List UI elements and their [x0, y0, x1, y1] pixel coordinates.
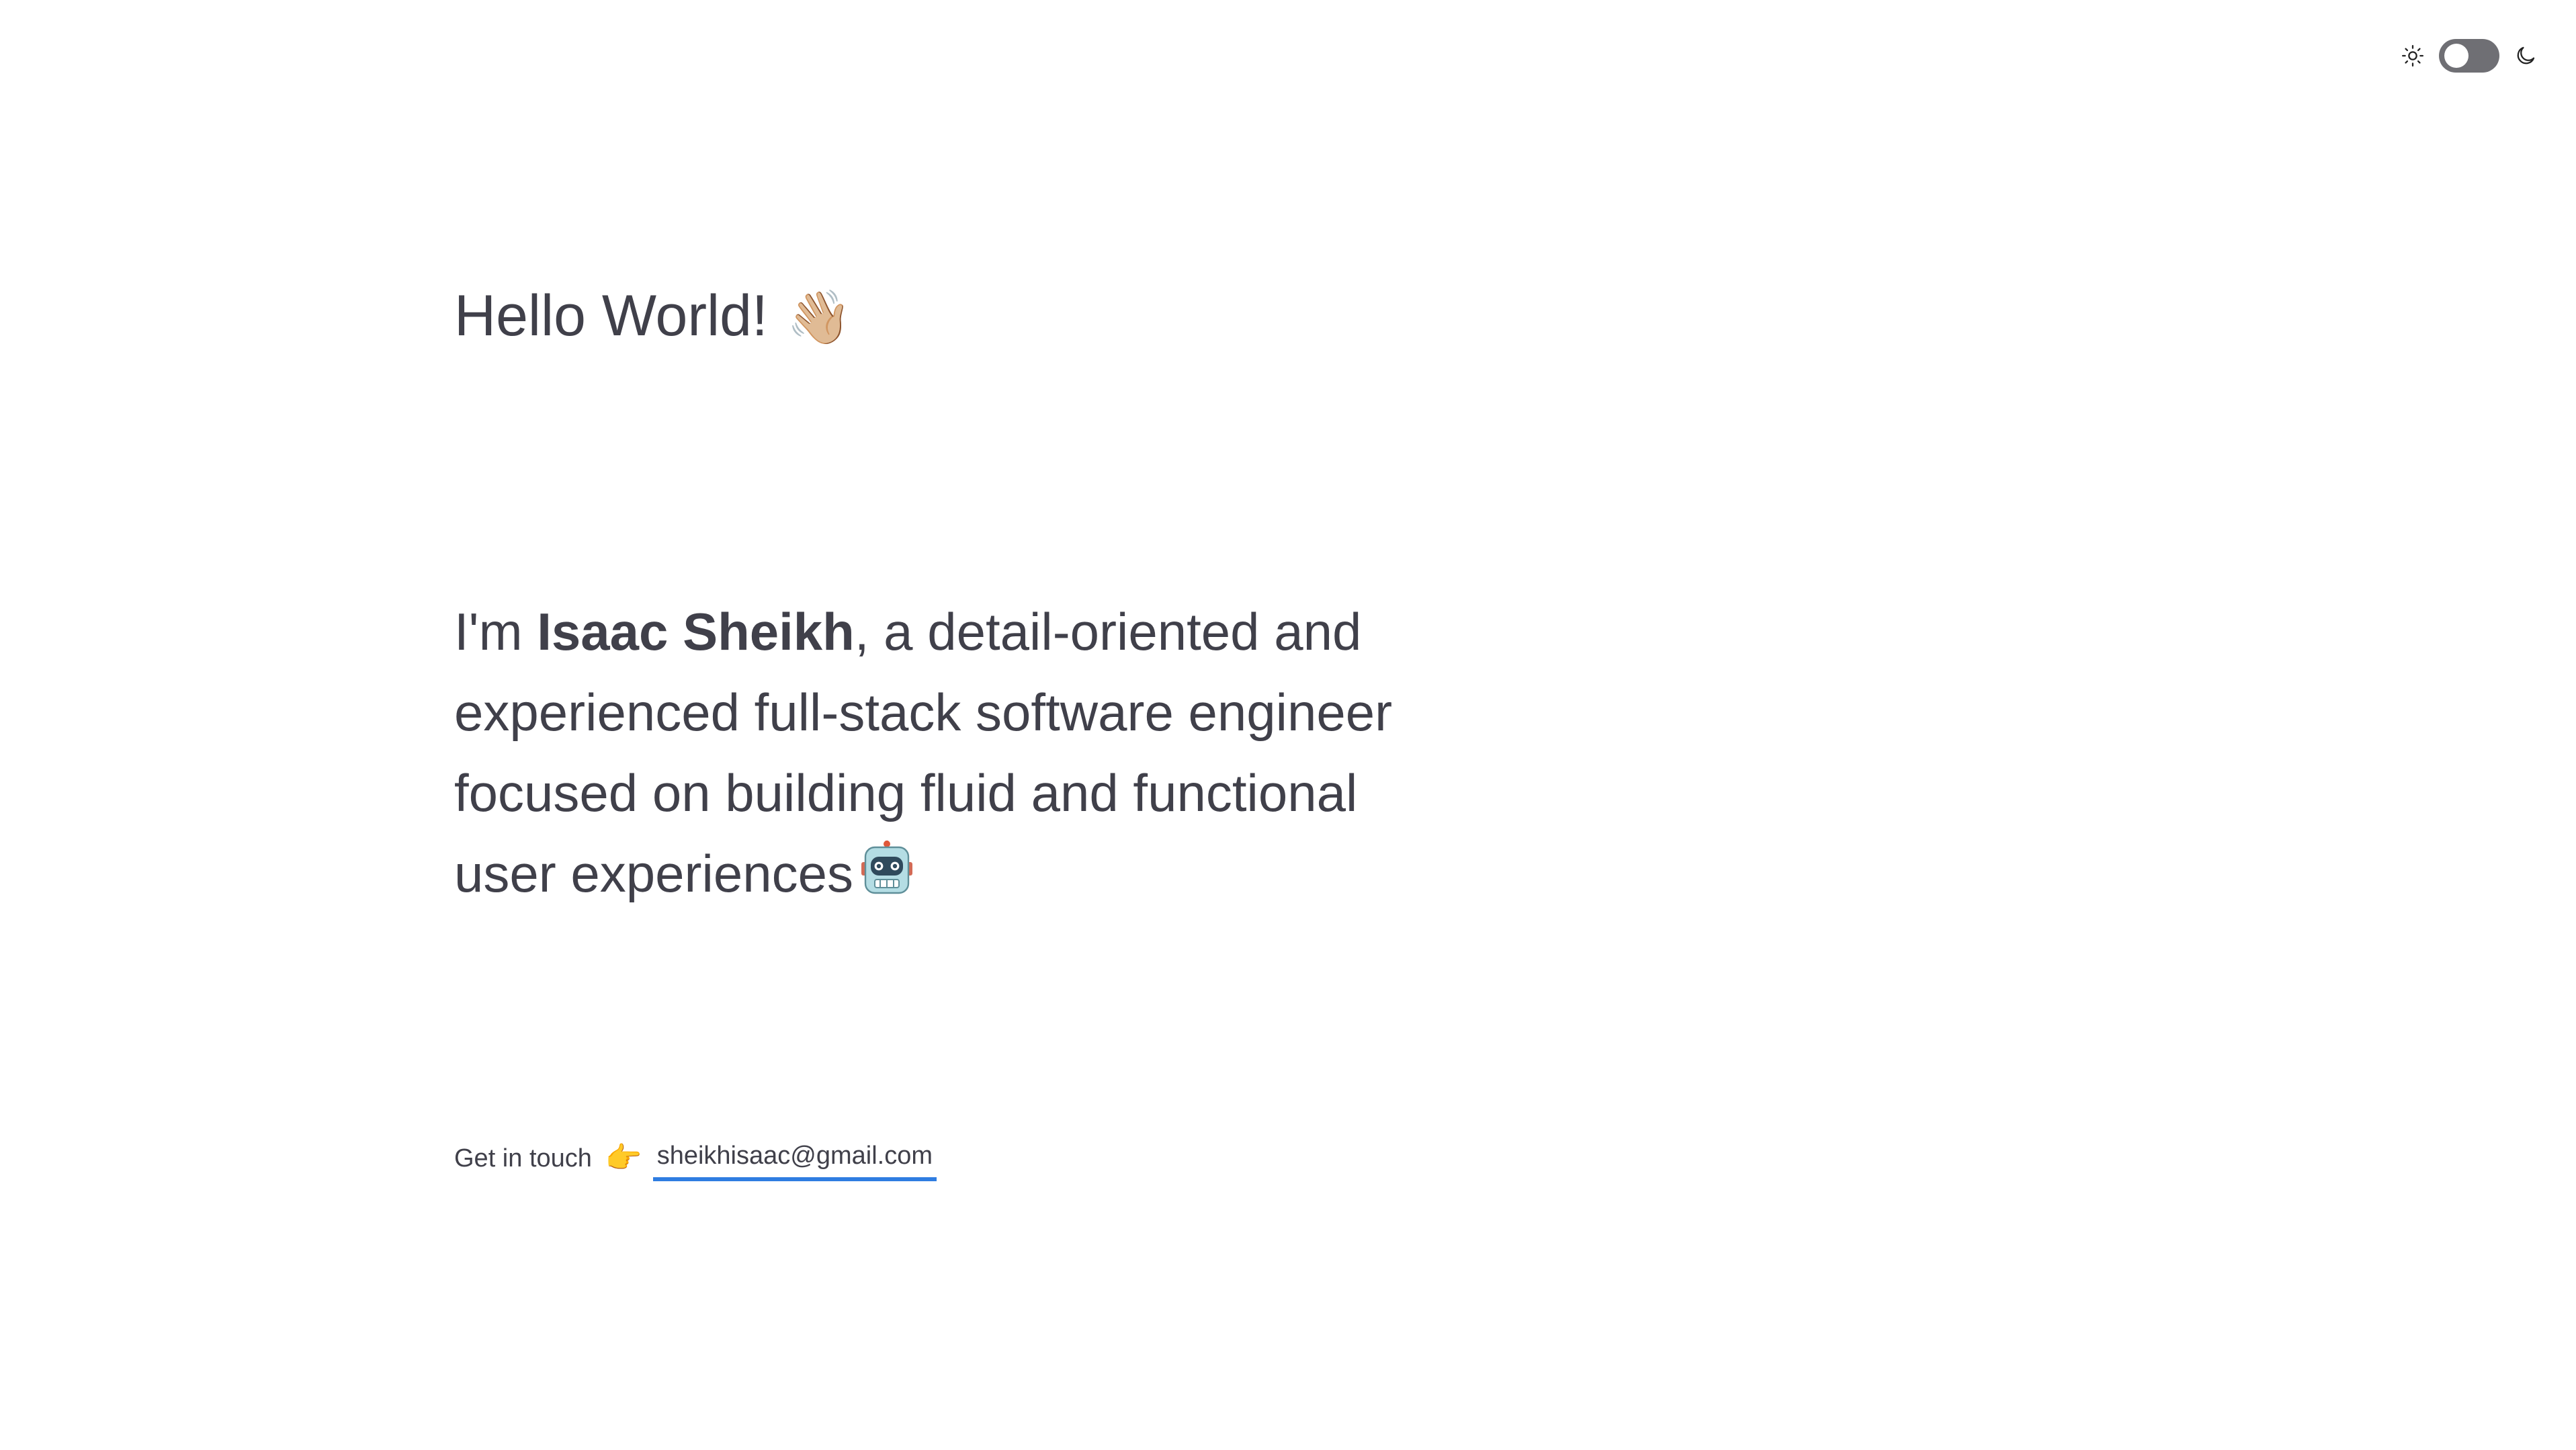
greeting-text: Hello World! — [454, 284, 768, 348]
theme-switch[interactable] — [2439, 39, 2499, 73]
email-link[interactable]: sheikhisaac@gmail.com — [652, 1136, 937, 1181]
theme-toggle — [2401, 39, 2537, 73]
greeting-heading: Hello World! 👋🏼 — [454, 275, 852, 358]
contact-section: Get in touch 👉 sheikhisaac@gmail.com — [454, 1136, 937, 1181]
intro-prefix: I'm — [454, 602, 538, 661]
sun-icon — [2401, 44, 2424, 67]
author-name: Isaac Sheikh — [537, 602, 855, 661]
intro-paragraph: I'm Isaac Sheikh, a detail-oriented and … — [454, 591, 1422, 919]
contact-label: Get in touch — [454, 1144, 592, 1172]
waving-hand-icon: 👋🏼 — [786, 288, 852, 348]
theme-switch-knob — [2444, 44, 2468, 68]
pointing-hand-icon: 👉 — [605, 1141, 642, 1175]
moon-icon — [2517, 46, 2535, 65]
robot-icon — [860, 839, 914, 919]
